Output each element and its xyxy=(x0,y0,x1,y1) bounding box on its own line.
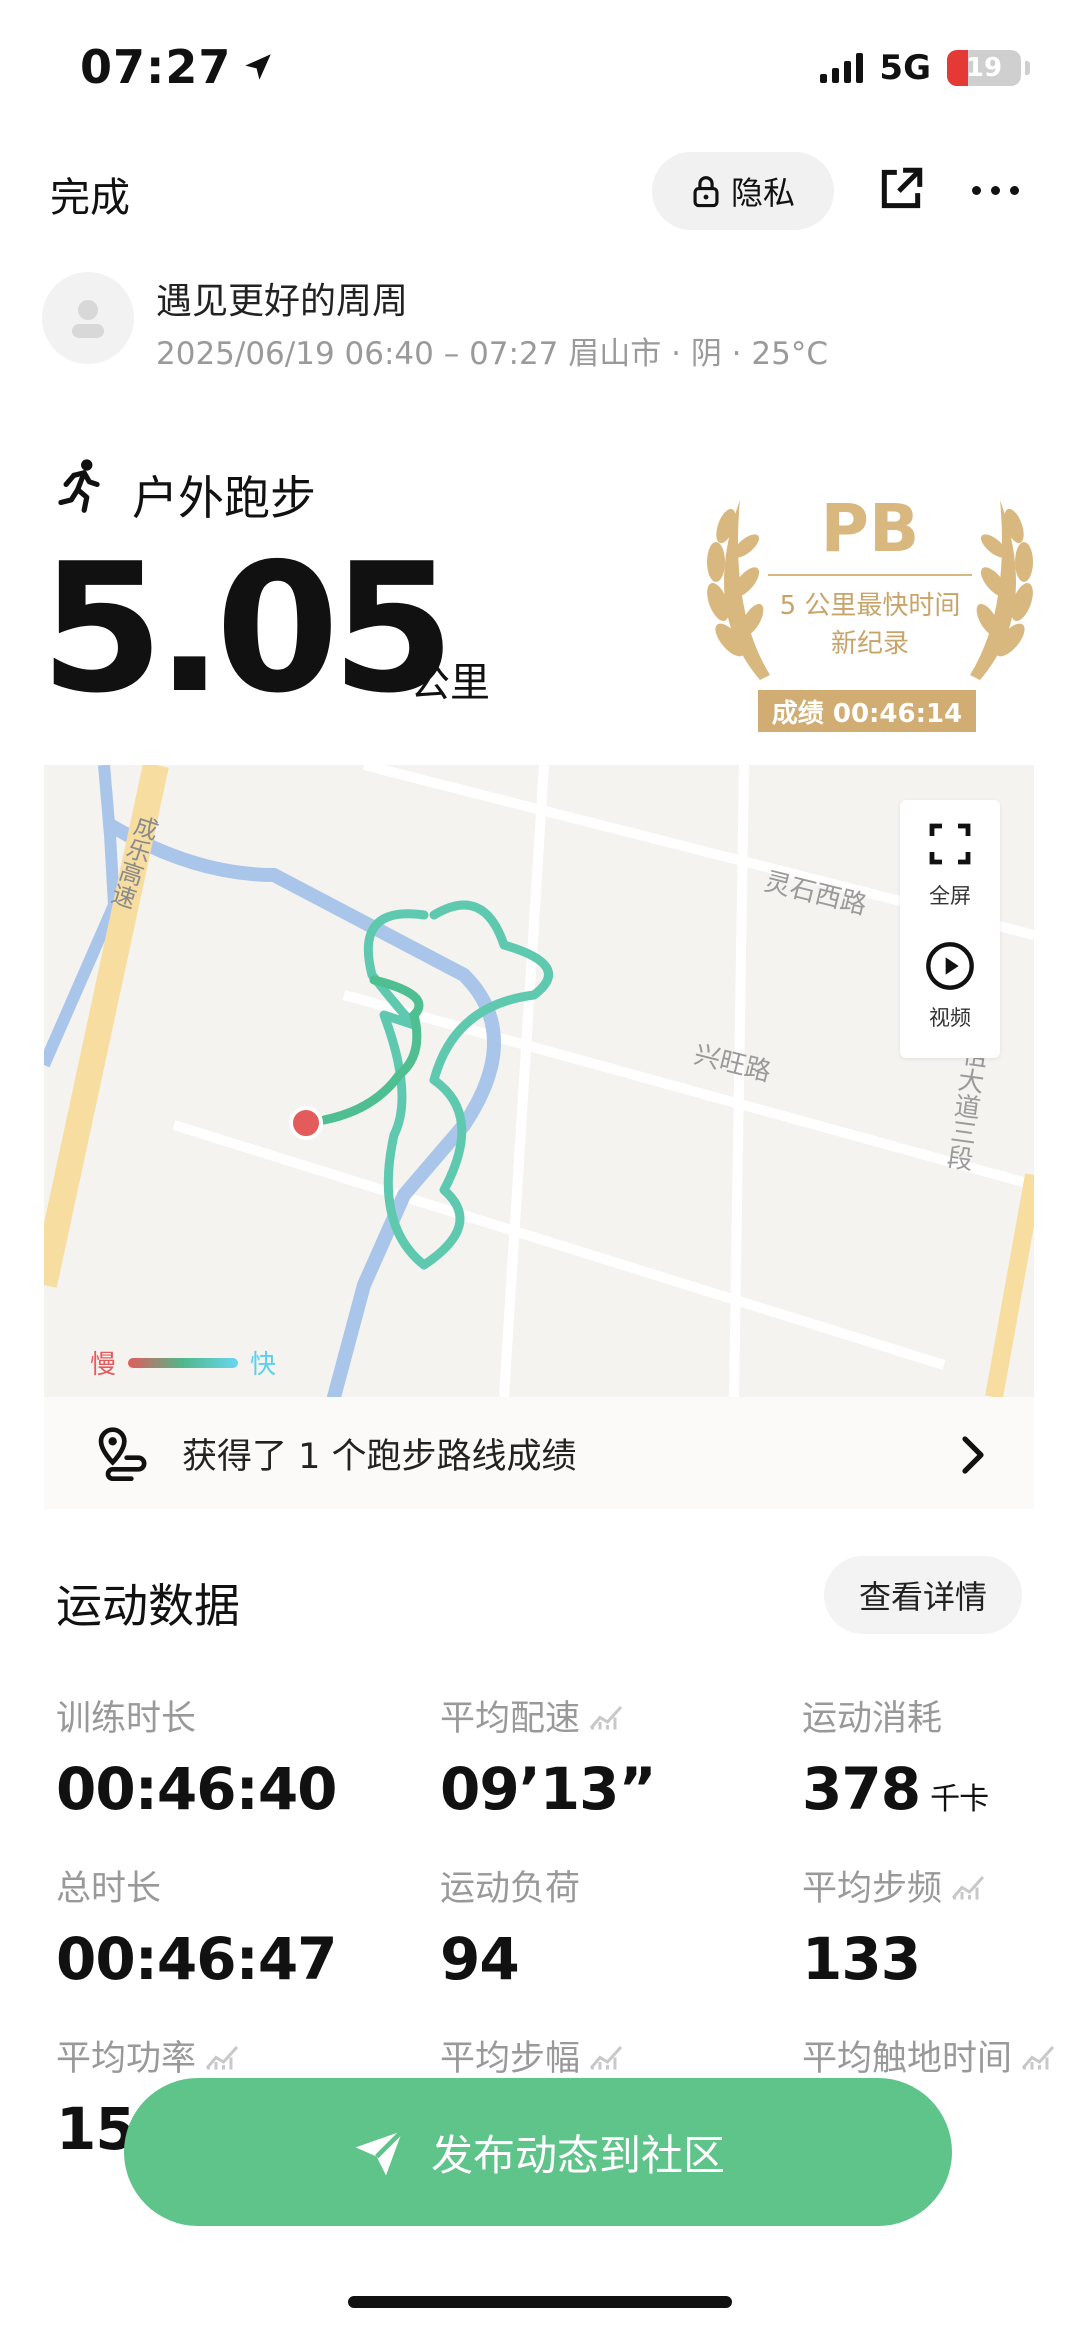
stat-label-text: 运动负荷 xyxy=(440,1869,581,1909)
stat-label: 平均步幅 xyxy=(440,2030,624,2081)
trend-chart-icon xyxy=(951,1875,985,1899)
privacy-button[interactable]: 隐私 xyxy=(652,152,834,230)
stat-label-text: 平均步幅 xyxy=(440,2039,581,2079)
send-icon xyxy=(355,2129,404,2176)
stat-label-text: 运动消耗 xyxy=(802,1699,943,1739)
stat-value-text: 00:46:47 xyxy=(56,1925,338,1993)
status-time-text: 07:27 xyxy=(80,40,232,94)
pb-description: 5 公里最快时间 xyxy=(779,591,961,621)
stat-value: 133 xyxy=(802,1925,986,1993)
distance-unit: 公里 xyxy=(410,660,490,706)
fullscreen-icon xyxy=(929,823,971,865)
location-arrow-icon xyxy=(245,54,272,80)
stat-value-text: 133 xyxy=(802,1925,921,1993)
publish-button[interactable]: 发布动态到社区 xyxy=(124,2078,952,2226)
stat-item: 平均配速 09’13” xyxy=(440,1690,657,1823)
stat-label-text: 平均功率 xyxy=(56,2039,197,2079)
distance-value: 5.05 xyxy=(40,525,455,732)
battery-icon: 19 xyxy=(947,50,1021,86)
more-icon[interactable] xyxy=(972,186,1019,195)
map-canvas xyxy=(44,765,1034,1397)
video-label: 视频 xyxy=(929,1006,971,1030)
stat-value: 09’13” xyxy=(440,1755,657,1823)
stat-label: 运动消耗 xyxy=(802,1690,988,1741)
stat-unit: 千卡 xyxy=(930,1782,989,1817)
stat-label: 总时长 xyxy=(56,1860,337,1911)
running-icon xyxy=(58,459,100,513)
play-icon xyxy=(926,942,974,990)
activity-meta: 2025/06/19 06:40 – 07:27 眉山市 · 阴 · 25°C xyxy=(156,336,828,372)
battery-level: 19 xyxy=(965,53,1003,83)
signal-icon xyxy=(820,53,864,83)
username[interactable]: 遇见更好的周周 xyxy=(156,272,408,324)
map-controls: 全屏 视频 xyxy=(900,800,1000,1058)
status-indicators: 5G 19 xyxy=(820,48,1030,88)
stat-label-text: 平均步频 xyxy=(802,1869,943,1909)
share-icon[interactable] xyxy=(876,164,926,214)
trend-chart-icon xyxy=(589,2045,623,2069)
pb-record: 新纪录 xyxy=(830,629,909,659)
legend-slow: 慢 xyxy=(90,1350,117,1380)
stat-value: 94 xyxy=(440,1925,580,1993)
pb-score: 成绩 00:46:14 xyxy=(758,690,976,732)
status-time: 07:27 xyxy=(80,40,275,94)
stat-label-text: 平均触地时间 xyxy=(802,2039,1013,2079)
done-button[interactable]: 完成 xyxy=(50,165,130,223)
network-type: 5G xyxy=(879,48,931,88)
section-title-sports-data: 运动数据 xyxy=(56,1579,240,1633)
stat-label: 平均触地时间 xyxy=(802,2030,1056,2081)
pb-divider xyxy=(768,574,972,576)
stat-value-text: 94 xyxy=(440,1925,520,1993)
stat-value: 00:46:47 xyxy=(56,1925,338,1993)
trend-chart-icon xyxy=(1021,2045,1055,2069)
stat-label-text: 平均配速 xyxy=(440,1699,581,1739)
stat-item: 训练时长 00:46:40 xyxy=(56,1690,338,1823)
route-achievement-row[interactable]: 获得了 1 个跑步路线成绩 xyxy=(44,1397,1034,1509)
stat-label: 运动负荷 xyxy=(440,1860,580,1911)
route-map[interactable]: 成乐高速 灵石西路 兴旺路 彭祖大道三段 xyxy=(44,765,1034,1397)
trend-chart-icon xyxy=(205,2045,239,2069)
stat-value-text: 00:46:40 xyxy=(56,1755,338,1823)
stat-item: 平均步频 133 xyxy=(802,1860,986,1993)
avatar[interactable] xyxy=(42,272,134,364)
pb-title: PB xyxy=(820,490,920,567)
route-achievement-text: 获得了 1 个跑步路线成绩 xyxy=(182,1436,577,1477)
stat-value-text: 378 xyxy=(802,1755,921,1823)
pace-legend: 慢 快 xyxy=(90,1344,276,1381)
stat-item: 运动负荷 94 xyxy=(440,1860,580,1993)
publish-label: 发布动态到社区 xyxy=(430,2130,725,2180)
stat-value: 00:46:40 xyxy=(56,1755,338,1823)
legend-fast: 快 xyxy=(250,1350,277,1380)
stat-item: 运动消耗 378 千卡 xyxy=(802,1690,989,1823)
battery-cap xyxy=(1025,61,1030,75)
privacy-label: 隐私 xyxy=(730,174,795,212)
home-indicator[interactable] xyxy=(348,2296,732,2308)
chevron-right-icon xyxy=(962,1436,984,1474)
fullscreen-label: 全屏 xyxy=(929,884,971,908)
stat-label: 平均步频 xyxy=(802,1860,986,1911)
video-button[interactable]: 视频 xyxy=(900,940,1000,1040)
trend-chart-icon xyxy=(589,1705,623,1729)
stat-label: 平均功率 xyxy=(56,2030,240,2081)
legend-gradient xyxy=(128,1357,239,1368)
view-details-button[interactable]: 查看详情 xyxy=(824,1556,1022,1634)
lock-icon xyxy=(693,176,719,208)
stat-value: 378 千卡 xyxy=(802,1755,989,1823)
activity-type: 户外跑步 xyxy=(132,471,316,525)
route-pin-icon xyxy=(98,1427,147,1481)
stat-label: 训练时长 xyxy=(56,1690,337,1741)
stat-label-text: 训练时长 xyxy=(56,1699,197,1739)
stat-item: 总时长 00:46:47 xyxy=(56,1860,338,1993)
fullscreen-button[interactable]: 全屏 xyxy=(900,820,1000,920)
user-placeholder-icon xyxy=(72,300,104,338)
stat-value-text: 09’13” xyxy=(440,1755,657,1823)
stat-label-text: 总时长 xyxy=(56,1869,162,1909)
stat-label: 平均配速 xyxy=(440,1690,656,1741)
